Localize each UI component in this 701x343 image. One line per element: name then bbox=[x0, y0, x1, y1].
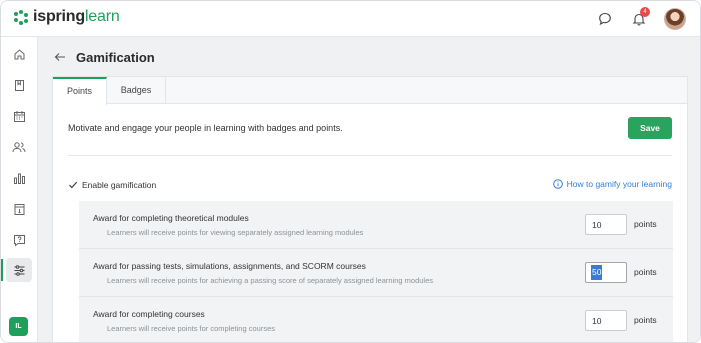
app-window: ispringlearn 4 IL Gamification Points Ba… bbox=[0, 0, 701, 343]
logo-word-learn: learn bbox=[84, 8, 120, 25]
enable-gamification-checkbox[interactable]: Enable gamification bbox=[68, 180, 156, 190]
page-header: Gamification bbox=[52, 49, 155, 65]
calendar-icon bbox=[13, 110, 25, 122]
award-subtitle: Learners will receive points for viewing… bbox=[107, 228, 364, 237]
users-icon bbox=[12, 141, 26, 152]
sidebar-item-calendar[interactable] bbox=[6, 104, 32, 128]
user-initials-chip[interactable]: IL bbox=[9, 317, 28, 336]
award-subtitle: Learners will receive points for complet… bbox=[107, 324, 275, 333]
award-subtitle: Learners will receive points for achievi… bbox=[107, 276, 434, 285]
settings-card: Points Badges Motivate and engage your p… bbox=[52, 76, 688, 342]
sidebar: IL bbox=[1, 37, 38, 342]
sidebar-item-home[interactable] bbox=[6, 42, 32, 66]
save-button[interactable]: Save bbox=[628, 117, 672, 139]
page-title: Gamification bbox=[76, 49, 155, 65]
notifications-button[interactable]: 4 bbox=[628, 7, 650, 30]
sliders-icon bbox=[14, 264, 24, 276]
sidebar-item-certificates[interactable] bbox=[6, 197, 32, 221]
arrow-left-icon bbox=[54, 53, 65, 61]
tab-badges[interactable]: Badges bbox=[107, 77, 166, 104]
main-content: Gamification Points Badges Motivate and … bbox=[38, 37, 700, 342]
certificate-icon bbox=[14, 203, 24, 215]
home-icon bbox=[14, 48, 24, 59]
help-chat-icon bbox=[13, 234, 25, 247]
logo-text: ispringlearn bbox=[33, 8, 120, 26]
logo-word-ispring: ispring bbox=[33, 8, 85, 25]
sidebar-item-library[interactable] bbox=[6, 73, 32, 97]
intro-text: Motivate and engage your people in learn… bbox=[68, 123, 343, 133]
award-points-input[interactable] bbox=[585, 214, 627, 235]
tab-points[interactable]: Points bbox=[53, 77, 107, 105]
book-icon bbox=[14, 79, 24, 91]
award-row: Award for passing tests, simulations, as… bbox=[79, 249, 673, 297]
award-row: Award for completing courses Learners wi… bbox=[79, 297, 673, 342]
top-actions: 4 bbox=[582, 7, 686, 30]
notification-badge: 4 bbox=[640, 7, 650, 17]
award-title: Award for completing courses bbox=[93, 309, 205, 319]
logo-mark-icon bbox=[14, 9, 29, 25]
enable-gamification-label: Enable gamification bbox=[82, 180, 157, 190]
award-points-input[interactable] bbox=[585, 310, 627, 331]
awards-list: Award for completing theoretical modules… bbox=[79, 201, 673, 342]
how-to-gamify-label: How to gamify your learning bbox=[566, 179, 672, 189]
how-to-gamify-link[interactable]: How to gamify your learning bbox=[552, 179, 672, 189]
chat-icon[interactable] bbox=[594, 8, 616, 30]
award-points-unit: points bbox=[634, 219, 657, 229]
award-points-selected-value: 50 bbox=[591, 265, 603, 280]
bar-chart-icon bbox=[13, 173, 25, 184]
logo[interactable]: ispringlearn bbox=[14, 8, 120, 26]
checkmark-icon bbox=[68, 180, 78, 190]
info-icon bbox=[552, 179, 563, 189]
sidebar-item-users[interactable] bbox=[6, 135, 32, 159]
avatar[interactable] bbox=[664, 8, 686, 30]
top-bar: ispringlearn 4 bbox=[1, 1, 700, 37]
sidebar-item-reports[interactable] bbox=[6, 166, 32, 190]
tab-bar: Points Badges bbox=[53, 77, 687, 105]
award-points-unit: points bbox=[634, 315, 657, 325]
award-points-unit: points bbox=[634, 267, 657, 277]
back-button[interactable] bbox=[52, 49, 68, 65]
sidebar-item-settings[interactable] bbox=[1, 258, 32, 282]
award-title: Award for completing theoretical modules bbox=[93, 213, 249, 223]
award-row: Award for completing theoretical modules… bbox=[79, 201, 673, 249]
sidebar-item-help[interactable] bbox=[6, 228, 32, 252]
divider bbox=[68, 155, 672, 156]
award-title: Award for passing tests, simulations, as… bbox=[93, 261, 366, 271]
